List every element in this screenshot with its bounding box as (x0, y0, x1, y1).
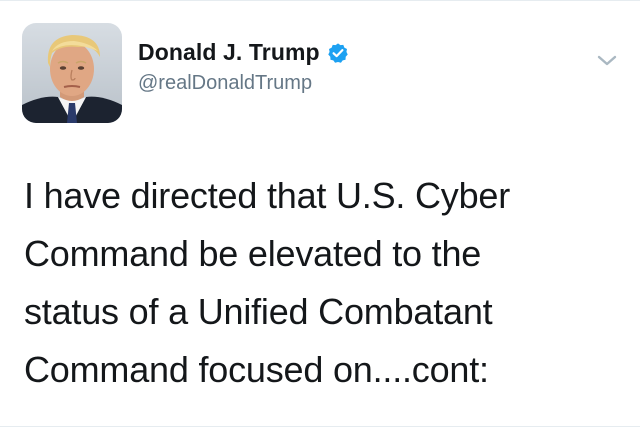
tweet-header: Donald J. Trump @realDonaldTrump (22, 23, 622, 123)
handle[interactable]: @realDonaldTrump (138, 72, 349, 95)
author-info: Donald J. Trump @realDonaldTrump (138, 39, 349, 95)
verified-badge-icon (327, 42, 349, 64)
chevron-down-icon[interactable] (596, 53, 618, 69)
tweet-card: Donald J. Trump @realDonaldTrump I have … (0, 0, 640, 427)
name-row: Donald J. Trump (138, 39, 349, 66)
tweet-text: I have directed that U.S. Cyber Command … (24, 175, 511, 390)
profile-photo-icon (22, 23, 122, 123)
display-name[interactable]: Donald J. Trump (138, 39, 320, 66)
avatar[interactable] (22, 23, 122, 123)
